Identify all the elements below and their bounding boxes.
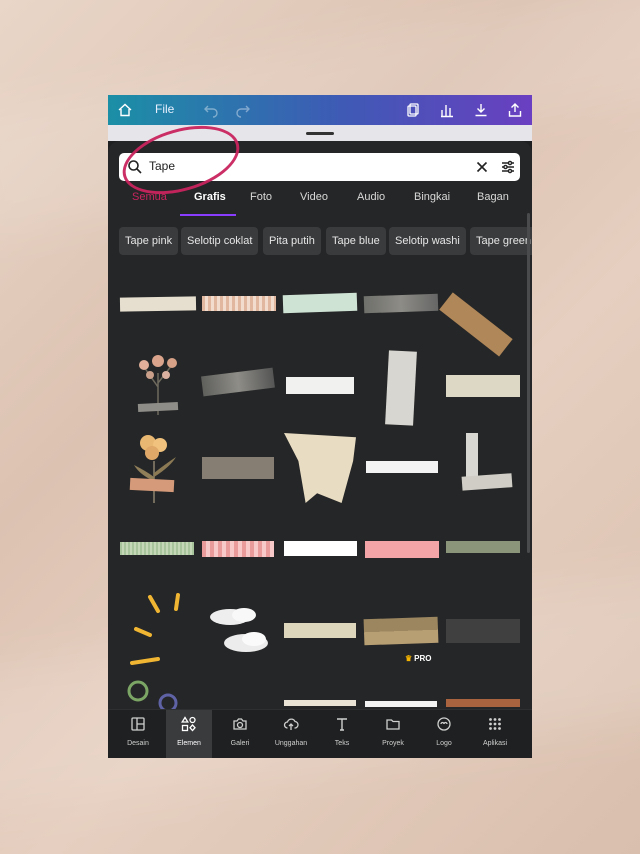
shapes-icon [181,716,196,732]
tab-audio[interactable]: Audio [357,191,385,203]
active-tab-indicator [180,214,236,216]
nav-label: Galeri [230,740,250,747]
nav-label: Proyek [382,740,404,747]
share-icon[interactable] [506,101,524,119]
graphic-result[interactable] [282,292,358,314]
home-icon[interactable] [116,101,134,119]
scrollbar[interactable] [527,213,530,553]
logo-icon [437,717,451,731]
suggestion-chips: Tape pink Selotip coklat Pita putih Tape… [119,227,532,255]
chip-selotip-coklat[interactable]: Selotip coklat [181,227,259,255]
panel-drag-handle[interactable] [306,132,334,135]
nav-logo[interactable]: Logo [421,710,467,758]
nav-teks[interactable]: Teks [319,710,365,758]
graphic-result[interactable] [286,377,354,394]
nav-aplikasi[interactable]: Aplikasi [472,710,518,758]
chip-tape-blue[interactable]: Tape blue [326,227,386,255]
graphic-result[interactable] [124,431,188,505]
category-tabs: Semua Grafis Foto Video Audio Bingkai Ba… [108,191,532,217]
graphic-result[interactable] [130,347,186,419]
graphic-result[interactable] [202,541,274,557]
chart-icon[interactable] [438,101,456,119]
graphic-result[interactable] [128,593,190,669]
graphic-result[interactable] [202,296,276,311]
text-icon [337,718,347,731]
nav-proyek[interactable]: Proyek [370,710,416,758]
tab-bagan[interactable]: Bagan [477,191,509,203]
graphic-result[interactable] [363,616,439,646]
clear-icon[interactable] [474,159,490,175]
search-input[interactable] [147,158,451,174]
graphic-result[interactable] [446,541,520,553]
graphic-result[interactable] [284,700,356,706]
graphic-result[interactable] [365,541,439,558]
nav-galeri[interactable]: Galeri [217,710,263,758]
nav-unggahan[interactable]: Unggahan [268,710,314,758]
search-icon [127,159,143,175]
nav-desain[interactable]: Desain [115,710,161,758]
chip-selotip-washi[interactable]: Selotip washi [389,227,466,255]
folder-icon [386,719,400,730]
tab-video[interactable]: Video [300,191,328,203]
nav-label: Unggahan [274,740,308,747]
redo-icon[interactable] [234,101,252,119]
layout-icon [131,717,145,731]
graphic-result[interactable] [284,623,356,638]
graphic-result[interactable] [365,701,437,707]
bottom-navigation: Desain Elemen Galeri Unggahan Teks Proye… [108,709,532,758]
graphic-result[interactable] [124,677,178,713]
nav-elemen[interactable]: Elemen [166,710,212,758]
graphic-result[interactable] [202,457,274,479]
camera-icon [233,718,247,730]
graphic-result[interactable] [284,541,357,556]
graphic-result[interactable] [120,542,194,555]
chip-tape-pink[interactable]: Tape pink [119,227,179,255]
cloud-upload-icon [283,718,299,730]
chip-tape-green[interactable]: Tape green [470,227,532,255]
graphic-result[interactable] [366,461,438,473]
search-bar[interactable] [114,113,520,207]
graphic-result[interactable] [446,375,520,397]
graphic-result[interactable] [446,699,520,707]
nav-label: Aplikasi [482,740,508,747]
apps-grid-icon [489,718,501,730]
graphic-result[interactable] [454,431,514,503]
tab-bingkai[interactable]: Bingkai [414,191,450,203]
graphic-result[interactable] [385,350,417,426]
nav-label: Logo [436,740,452,747]
phone-screen: File Semu [108,95,532,758]
pro-badge: ♛ PRO [405,654,432,663]
pages-icon[interactable] [404,101,422,119]
download-icon[interactable] [472,101,490,119]
nav-label: Elemen [177,740,201,747]
nav-label: Teks [334,740,350,747]
graphic-result[interactable] [363,293,439,314]
graphic-result[interactable] [446,619,520,643]
nav-label: Desain [127,740,149,747]
chip-pita-putih[interactable]: Pita putih [263,227,321,255]
tab-semua[interactable]: Semua [132,191,167,203]
tab-grafis[interactable]: Grafis [194,191,226,203]
graphic-result[interactable] [119,296,197,312]
tab-foto[interactable]: Foto [250,191,272,203]
filter-icon[interactable] [500,159,516,175]
file-menu[interactable]: File [155,102,174,116]
undo-icon[interactable] [202,101,220,119]
graphic-result[interactable] [200,605,276,659]
top-toolbar: File [108,95,532,125]
